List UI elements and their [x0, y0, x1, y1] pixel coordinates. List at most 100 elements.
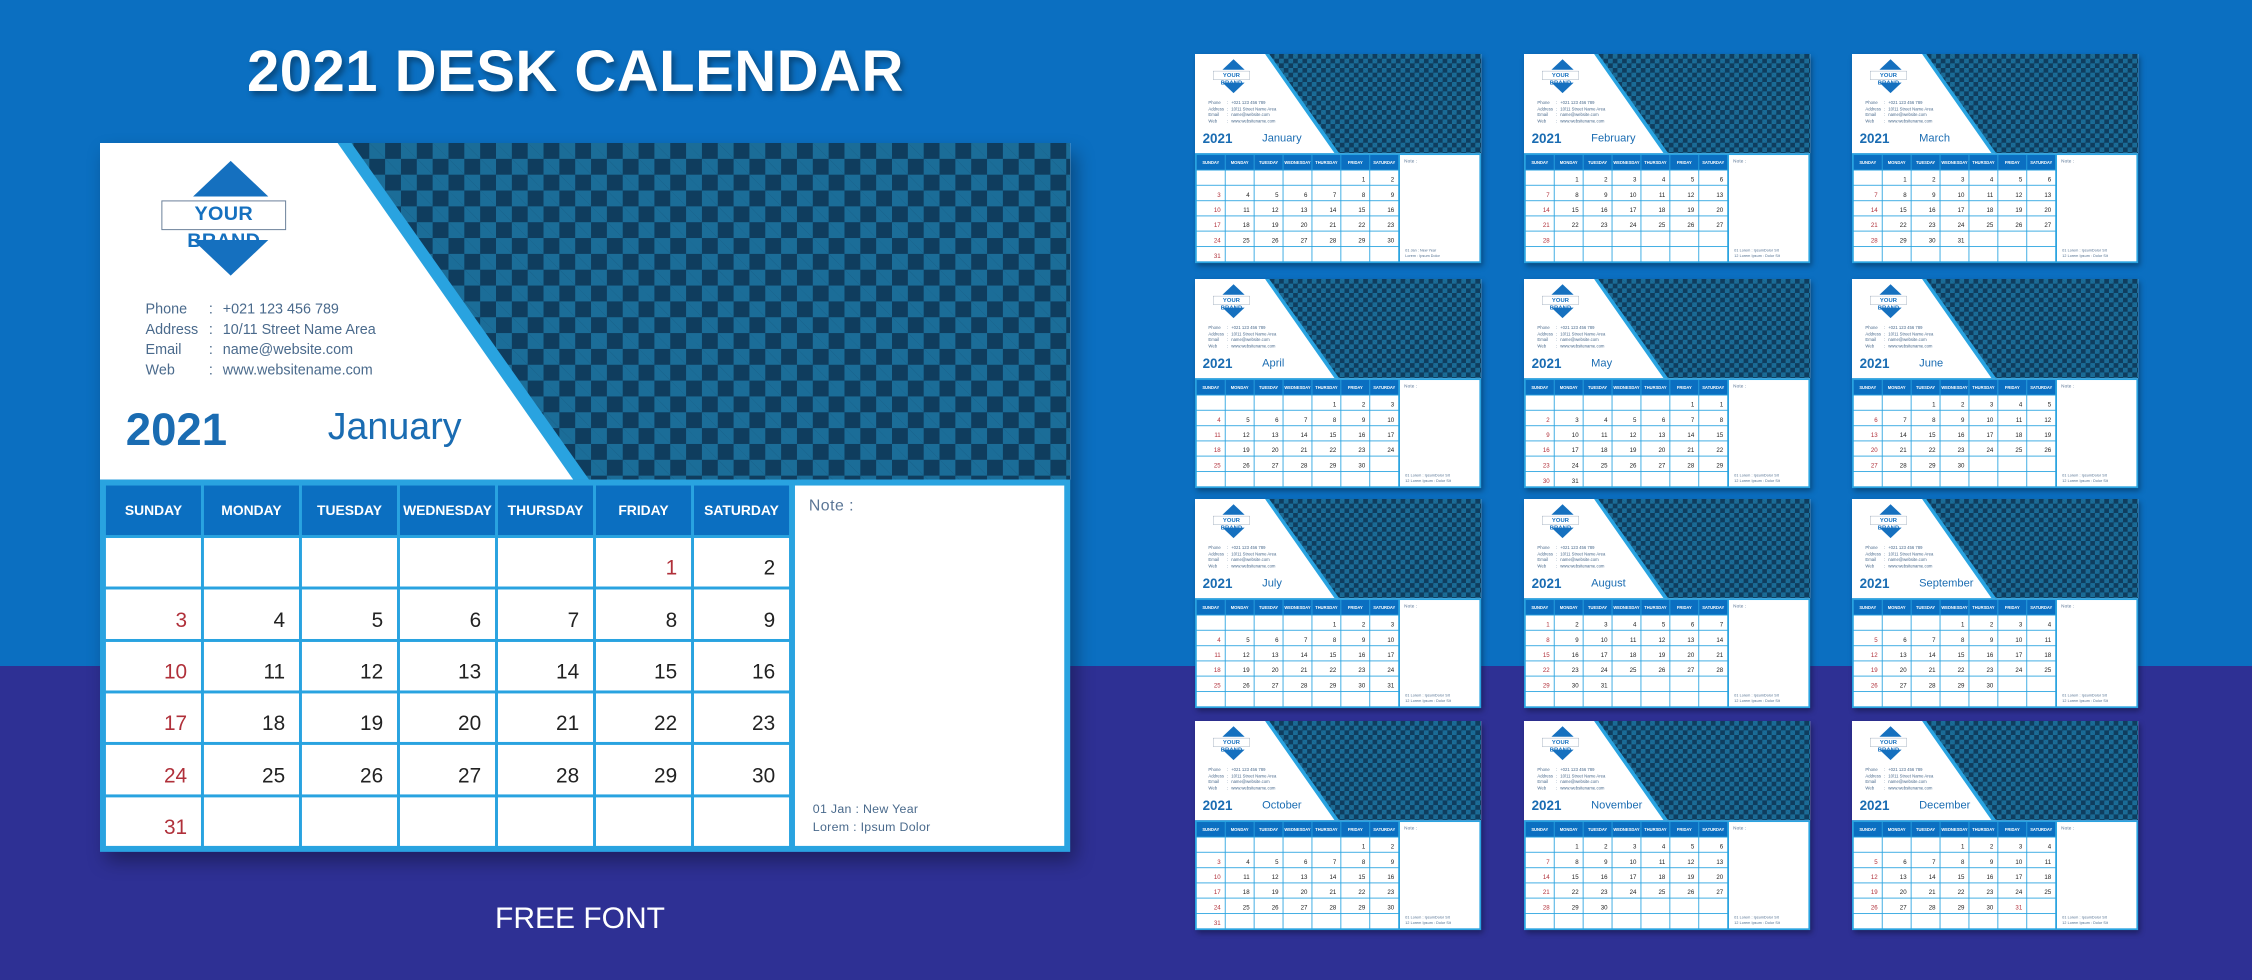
day-cell[interactable]: 19	[1670, 868, 1699, 883]
day-cell[interactable]: 20	[1254, 661, 1283, 676]
day-cell[interactable]: 26	[1670, 883, 1699, 898]
day-cell[interactable]	[1196, 471, 1225, 487]
day-cell[interactable]: 10	[1196, 201, 1225, 216]
day-cell[interactable]: 21	[1699, 646, 1728, 661]
day-cell[interactable]: 21	[1312, 216, 1341, 231]
day-cell[interactable]	[1612, 676, 1641, 692]
day-cell[interactable]: 15	[1882, 201, 1911, 216]
day-cell[interactable]: 19	[1225, 441, 1254, 456]
thumbnail-calendar-january[interactable]: YOUR BRAND Phone: +021 123 456 789 Address…	[1195, 54, 1482, 264]
day-cell[interactable]	[1583, 395, 1612, 410]
day-cell[interactable]	[2027, 456, 2056, 472]
day-cell[interactable]: 1	[1911, 395, 1940, 410]
day-cell[interactable]: 12	[1225, 426, 1254, 441]
day-cell[interactable]	[1940, 691, 1969, 707]
day-cell[interactable]: 7	[497, 589, 594, 639]
day-cell[interactable]	[1911, 913, 1940, 929]
day-cell[interactable]	[1699, 676, 1728, 692]
day-cell[interactable]: 19	[1641, 646, 1670, 661]
day-cell[interactable]	[1853, 471, 1882, 487]
day-cell[interactable]: 28	[1283, 676, 1312, 692]
thumbnail-calendar-december[interactable]: YOUR BRAND Phone: +021 123 456 789 Address…	[1852, 721, 2139, 931]
day-cell[interactable]: 3	[1940, 170, 1969, 185]
day-cell[interactable]: 9	[1583, 185, 1612, 201]
day-cell[interactable]	[1670, 676, 1699, 692]
day-cell[interactable]	[1699, 691, 1728, 707]
day-cell[interactable]: 11	[1612, 630, 1641, 646]
day-cell[interactable]: 17	[1969, 426, 1998, 441]
day-cell[interactable]: 15	[1940, 646, 1969, 661]
day-cell[interactable]: 30	[1525, 471, 1554, 487]
day-cell[interactable]	[1225, 471, 1254, 487]
day-cell[interactable]	[1911, 471, 1940, 487]
day-cell[interactable]: 24	[1583, 661, 1612, 676]
day-cell[interactable]	[1612, 395, 1641, 410]
day-cell[interactable]	[1341, 691, 1370, 707]
day-cell[interactable]: 11	[2027, 630, 2056, 646]
day-cell[interactable]: 30	[1370, 898, 1399, 914]
day-cell[interactable]: 29	[1312, 456, 1341, 472]
day-cell[interactable]	[1699, 898, 1728, 914]
day-cell[interactable]: 20	[1853, 441, 1882, 456]
day-cell[interactable]: 7	[1525, 852, 1554, 868]
day-cell[interactable]	[1312, 471, 1341, 487]
day-cell[interactable]	[1254, 471, 1283, 487]
day-cell[interactable]	[1225, 170, 1254, 185]
day-cell[interactable]: 7	[1312, 852, 1341, 868]
day-cell[interactable]: 23	[1969, 661, 1998, 676]
day-cell[interactable]	[1882, 615, 1911, 630]
day-cell[interactable]	[1641, 395, 1670, 410]
day-cell[interactable]: 7	[1911, 630, 1940, 646]
day-cell[interactable]	[1196, 615, 1225, 630]
day-cell[interactable]: 10	[1196, 868, 1225, 883]
day-cell[interactable]: 12	[2027, 410, 2056, 426]
day-cell[interactable]	[1196, 395, 1225, 410]
day-cell[interactable]	[1583, 246, 1612, 262]
day-cell[interactable]: 6	[1699, 170, 1728, 185]
day-cell[interactable]: 29	[1699, 456, 1728, 472]
day-cell[interactable]: 20	[1283, 883, 1312, 898]
day-cell[interactable]	[1699, 913, 1728, 929]
day-cell[interactable]: 18	[1583, 441, 1612, 456]
day-cell[interactable]: 9	[1370, 185, 1399, 201]
day-cell[interactable]: 24	[1940, 216, 1969, 231]
day-cell[interactable]: 9	[1911, 185, 1940, 201]
day-cell[interactable]: 11	[1196, 426, 1225, 441]
day-cell[interactable]: 19	[301, 693, 397, 743]
thumbnail-calendar-september[interactable]: YOUR BRAND Phone: +021 123 456 789 Address…	[1852, 499, 2139, 709]
day-cell[interactable]	[1196, 170, 1225, 185]
day-cell[interactable]: 19	[1254, 883, 1283, 898]
day-cell[interactable]	[2027, 246, 2056, 262]
day-cell[interactable]: 14	[1525, 868, 1554, 883]
day-cell[interactable]: 2	[1525, 410, 1554, 426]
day-cell[interactable]	[2027, 676, 2056, 692]
day-cell[interactable]: 19	[1670, 201, 1699, 216]
day-cell[interactable]: 13	[2027, 185, 2056, 201]
day-cell[interactable]: 14	[1853, 201, 1882, 216]
day-cell[interactable]: 10	[1612, 185, 1641, 201]
day-cell[interactable]: 5	[2027, 395, 2056, 410]
day-cell[interactable]: 31	[1583, 676, 1612, 692]
day-cell[interactable]: 23	[1583, 883, 1612, 898]
day-cell[interactable]	[1283, 471, 1312, 487]
day-cell[interactable]	[1612, 898, 1641, 914]
day-cell[interactable]: 30	[1341, 456, 1370, 472]
day-cell[interactable]: 22	[1554, 883, 1583, 898]
day-cell[interactable]	[1254, 246, 1283, 262]
day-cell[interactable]: 25	[1641, 883, 1670, 898]
day-cell[interactable]: 14	[1699, 630, 1728, 646]
day-cell[interactable]: 15	[1312, 646, 1341, 661]
day-cell[interactable]: 12	[1225, 646, 1254, 661]
day-cell[interactable]	[1853, 615, 1882, 630]
day-cell[interactable]: 29	[595, 745, 692, 795]
day-cell[interactable]: 8	[1341, 185, 1370, 201]
day-cell[interactable]	[1969, 246, 1998, 262]
day-cell[interactable]: 25	[1196, 456, 1225, 472]
day-cell[interactable]: 18	[1641, 868, 1670, 883]
day-cell[interactable]: 12	[1254, 868, 1283, 883]
day-cell[interactable]: 17	[1583, 646, 1612, 661]
day-cell[interactable]	[1911, 691, 1940, 707]
day-cell[interactable]	[1612, 691, 1641, 707]
day-cell[interactable]: 7	[1699, 615, 1728, 630]
day-cell[interactable]	[1969, 471, 1998, 487]
